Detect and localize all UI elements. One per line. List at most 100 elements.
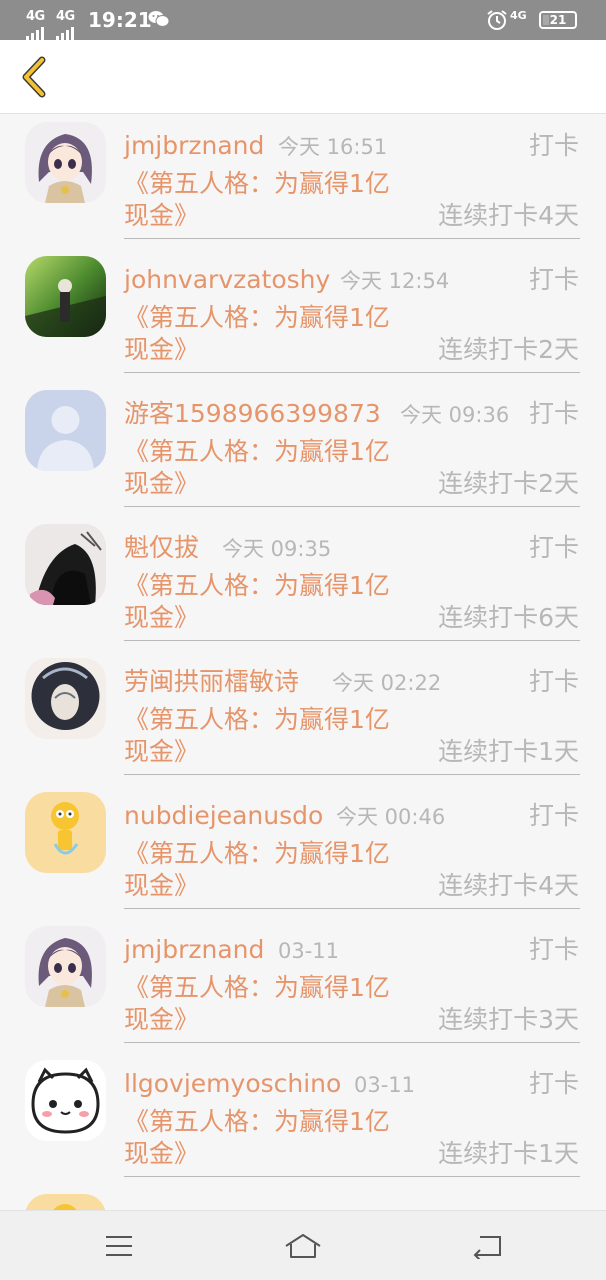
book-title-line1[interactable]: 《第五人格：为赢得1亿 xyxy=(124,972,390,1004)
anime-girl-avatar-icon xyxy=(25,926,106,1007)
network-type-3: 4G xyxy=(510,9,527,22)
status-time: 19:21 xyxy=(88,8,152,32)
divider xyxy=(124,372,580,373)
book-title-line2[interactable]: 现金》 xyxy=(124,468,199,500)
avatar[interactable] xyxy=(25,926,106,1007)
username[interactable]: llgovjemyoschino xyxy=(124,1068,341,1100)
post-time: 今天 09:36 xyxy=(400,403,510,427)
avatar[interactable] xyxy=(25,524,106,605)
alarm-icon xyxy=(487,10,507,30)
checkin-label: 打卡 xyxy=(528,935,579,964)
divider xyxy=(124,1042,580,1043)
divider xyxy=(124,640,580,641)
illustration-avatar-icon xyxy=(25,524,106,605)
avatar[interactable] xyxy=(25,792,106,873)
book-title-line2[interactable]: 现金》 xyxy=(124,736,199,768)
book-title-line2[interactable]: 现金》 xyxy=(124,1004,199,1036)
list-item[interactable]: jmjbrznand 03-11 打卡 《第五人格：为赢得1亿 现金》 连续打卡… xyxy=(0,918,606,1052)
signal-bars-1-icon xyxy=(26,22,44,40)
list-item[interactable]: llgovjemyoschino 03-11 打卡 《第五人格：为赢得1亿 现金… xyxy=(0,1052,606,1186)
divider xyxy=(124,238,580,239)
glass-ball-avatar-icon xyxy=(25,658,106,739)
cute-face-avatar-icon xyxy=(25,1060,106,1141)
top-bar xyxy=(0,40,606,114)
username[interactable]: jmjbrznand xyxy=(124,934,264,966)
list-item[interactable]: nubdiejeanusdo 今天 00:46 打卡 《第五人格：为赢得1亿 现… xyxy=(0,784,606,918)
streak-text: 连续打卡4天 xyxy=(438,201,579,230)
book-title-line1[interactable]: 《第五人格：为赢得1亿 xyxy=(124,168,390,200)
divider xyxy=(124,774,580,775)
battery-icon: 21 xyxy=(539,11,577,29)
checkin-label: 打卡 xyxy=(528,265,579,294)
book-title-line1[interactable]: 《第五人格：为赢得1亿 xyxy=(124,570,390,602)
list-item[interactable]: 游客1598966399873 今天 09:36 打卡 《第五人格：为赢得1亿 … xyxy=(0,382,606,516)
book-title-line1[interactable]: 《第五人格：为赢得1亿 xyxy=(124,838,390,870)
checkin-label: 打卡 xyxy=(528,667,579,696)
list-item[interactable] xyxy=(0,1186,606,1210)
username[interactable]: 劳闽拱丽檑敏诗 xyxy=(124,666,299,698)
divider xyxy=(124,1176,580,1177)
photo-avatar-icon xyxy=(25,256,106,337)
checkin-label: 打卡 xyxy=(528,131,579,160)
book-title-line1[interactable]: 《第五人格：为赢得1亿 xyxy=(124,1106,390,1138)
streak-text: 连续打卡1天 xyxy=(438,1139,579,1168)
cartoon-character-avatar-icon xyxy=(25,1194,106,1210)
battery-level: 21 xyxy=(549,13,567,27)
avatar[interactable] xyxy=(25,122,106,203)
divider xyxy=(124,506,580,507)
streak-text: 连续打卡6天 xyxy=(438,603,579,632)
avatar[interactable] xyxy=(25,1060,106,1141)
signal-bars-2-icon xyxy=(56,22,74,40)
avatar[interactable] xyxy=(25,658,106,739)
cartoon-character-avatar-icon xyxy=(25,792,106,873)
back-arrow-icon xyxy=(473,1236,501,1259)
chevron-left-icon xyxy=(22,56,46,98)
checkin-label: 打卡 xyxy=(528,1069,579,1098)
checkin-label: 打卡 xyxy=(528,399,579,428)
list-item[interactable]: jmjbrznand 今天 16:51 打卡 《第五人格：为赢得1亿 现金》 连… xyxy=(0,114,606,248)
post-time: 今天 16:51 xyxy=(278,135,388,159)
post-time: 03-11 xyxy=(278,939,340,963)
username[interactable]: nubdiejeanusdo xyxy=(124,800,323,832)
post-time: 今天 02:22 xyxy=(332,671,442,695)
book-title-line2[interactable]: 现金》 xyxy=(124,602,199,634)
divider xyxy=(124,908,580,909)
username[interactable]: johnvarvzatoshy xyxy=(124,264,330,296)
list-item[interactable]: 劳闽拱丽檑敏诗 今天 02:22 打卡 《第五人格：为赢得1亿 现金》 连续打卡… xyxy=(0,650,606,784)
streak-text: 连续打卡4天 xyxy=(438,871,579,900)
back-nav-button[interactable] xyxy=(466,1226,510,1266)
avatar[interactable] xyxy=(25,390,106,471)
home-button[interactable] xyxy=(281,1226,325,1266)
book-title-line2[interactable]: 现金》 xyxy=(124,200,199,232)
list-item[interactable]: johnvarvzatoshy 今天 12:54 打卡 《第五人格：为赢得1亿 … xyxy=(0,248,606,382)
streak-text: 连续打卡1天 xyxy=(438,737,579,766)
avatar[interactable] xyxy=(25,1194,106,1210)
avatar[interactable] xyxy=(25,256,106,337)
book-title-line1[interactable]: 《第五人格：为赢得1亿 xyxy=(124,302,390,334)
username[interactable]: 游客1598966399873 xyxy=(124,398,381,430)
username[interactable]: 魁仅拔 xyxy=(124,532,199,564)
checkin-label: 打卡 xyxy=(528,801,579,830)
menu-icon xyxy=(106,1236,132,1256)
system-nav-bar xyxy=(0,1210,606,1280)
username[interactable]: jmjbrznand xyxy=(124,130,264,162)
checkin-label: 打卡 xyxy=(528,533,579,562)
streak-text: 连续打卡3天 xyxy=(438,1005,579,1034)
menu-button[interactable] xyxy=(97,1226,141,1266)
anime-girl-avatar-icon xyxy=(25,122,106,203)
post-time: 今天 00:46 xyxy=(336,805,446,829)
back-button[interactable] xyxy=(10,50,60,104)
book-title-line2[interactable]: 现金》 xyxy=(124,870,199,902)
post-time: 03-11 xyxy=(354,1073,416,1097)
book-title-line1[interactable]: 《第五人格：为赢得1亿 xyxy=(124,704,390,736)
streak-text: 连续打卡2天 xyxy=(438,335,579,364)
default-user-avatar-icon xyxy=(25,390,106,471)
book-title-line2[interactable]: 现金》 xyxy=(124,334,199,366)
post-time: 今天 12:54 xyxy=(340,269,450,293)
streak-text: 连续打卡2天 xyxy=(438,469,579,498)
list-item[interactable]: 魁仅拔 今天 09:35 打卡 《第五人格：为赢得1亿 现金》 连续打卡6天 xyxy=(0,516,606,650)
book-title-line2[interactable]: 现金》 xyxy=(124,1138,199,1170)
status-bar: 4G 4G 19:21 4G 21 xyxy=(0,0,606,40)
book-title-line1[interactable]: 《第五人格：为赢得1亿 xyxy=(124,436,390,468)
checkin-list: jmjbrznand 今天 16:51 打卡 《第五人格：为赢得1亿 现金》 连… xyxy=(0,114,606,1210)
